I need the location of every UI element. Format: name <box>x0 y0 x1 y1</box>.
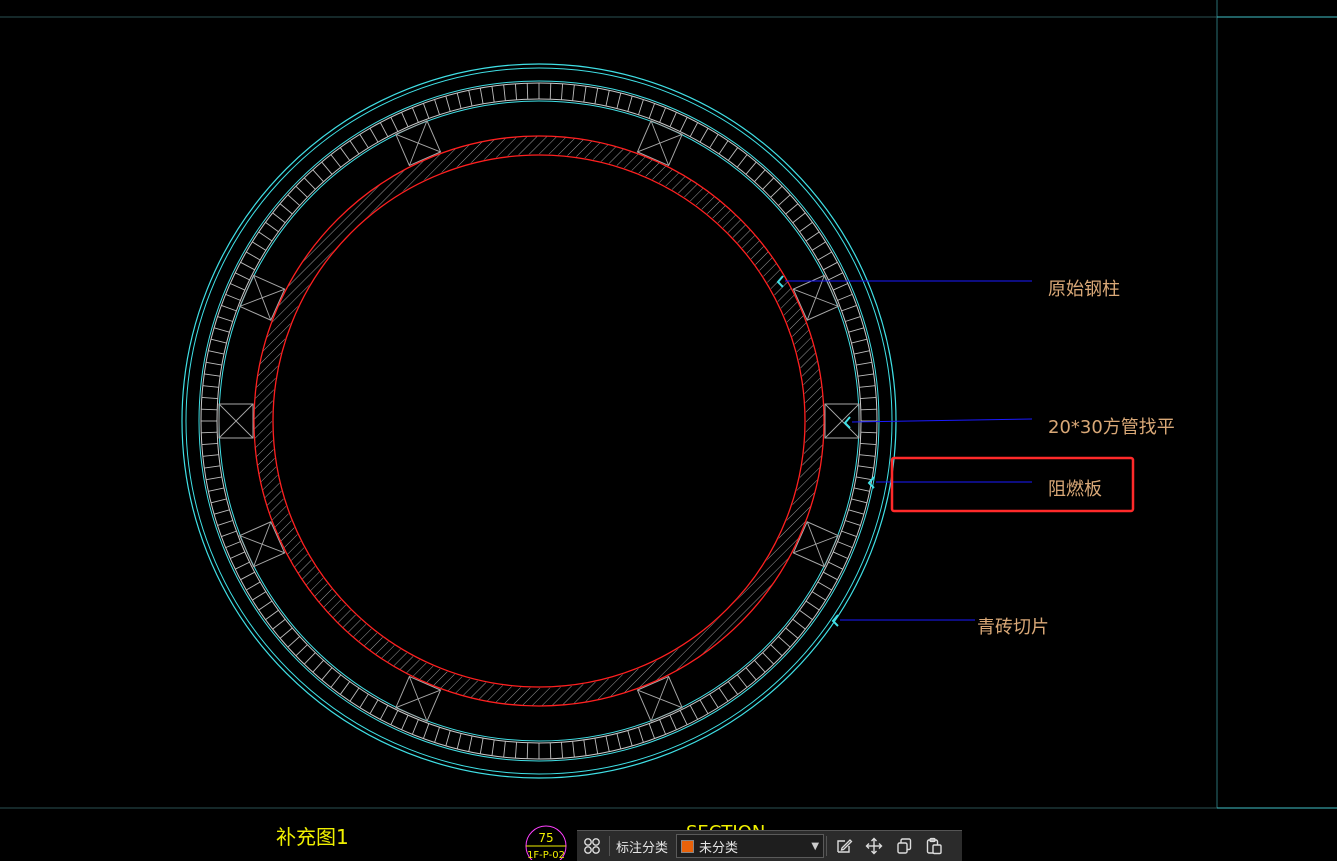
grid-icon[interactable] <box>577 831 607 861</box>
edit-icon[interactable] <box>829 831 859 861</box>
category-color-swatch <box>681 839 695 853</box>
leader-fire-board <box>867 476 1032 489</box>
chevron-down-icon: ▼ <box>811 840 820 852</box>
category-label: 标注分类 <box>616 840 669 856</box>
inner-cyan-circle <box>218 100 860 742</box>
outer-cyan-circle-2 <box>185 67 893 775</box>
section-bubble: 75 1F-P-02 <box>525 825 567 860</box>
copy-icon[interactable] <box>889 831 919 861</box>
toolbar-separator <box>826 836 828 856</box>
label-brick-slice: 青砖切片 <box>977 617 1049 638</box>
label-steel-column: 原始钢柱 <box>1048 279 1120 300</box>
svg-text:75: 75 <box>538 831 553 845</box>
move-icon[interactable] <box>859 831 889 861</box>
label-fire-board: 阻燃板 <box>1048 479 1102 500</box>
toolbar-separator <box>609 836 610 856</box>
drawing-caption: 补充图1 <box>276 825 349 849</box>
steel-column-band <box>254 136 824 706</box>
leader-steel-column <box>776 275 1032 288</box>
leader-brick-slice <box>831 614 975 627</box>
brick-veneer-ring <box>201 83 877 759</box>
leader-square-tube <box>843 416 1033 429</box>
annotation-toolbar: 标注分类 未分类 ▼ <box>577 830 962 861</box>
square-tube-boxes <box>218 120 860 722</box>
category-value: 未分类 <box>699 840 739 856</box>
cad-canvas[interactable]: 原始钢柱 20*30方管找平 阻燃板 青砖切片 补充图1 75 1F-P-02 … <box>0 0 1337 860</box>
paste-icon[interactable] <box>919 831 949 861</box>
label-square-tube: 20*30方管找平 <box>1048 417 1175 438</box>
mid-cyan-circle <box>198 80 880 762</box>
svg-text:1F-P-02: 1F-P-02 <box>527 850 565 860</box>
steel-column-inner <box>272 154 806 688</box>
category-select[interactable]: 未分类 ▼ <box>676 834 825 858</box>
